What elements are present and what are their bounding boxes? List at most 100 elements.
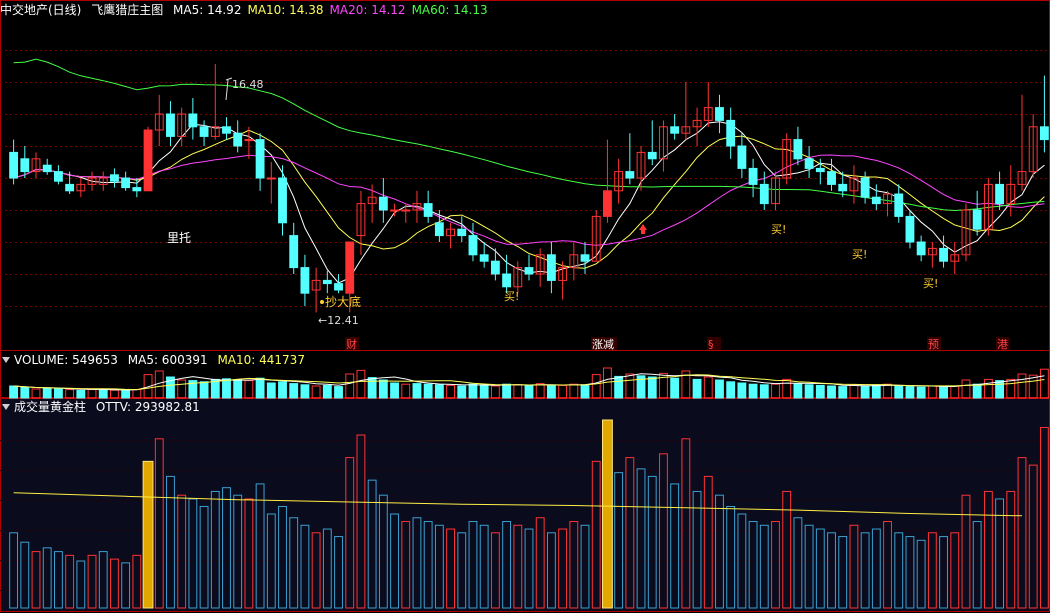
event-marker: 涨减 bbox=[592, 338, 614, 351]
volume-bar bbox=[715, 379, 724, 399]
volume-bar bbox=[401, 383, 411, 399]
candle-body bbox=[121, 177, 131, 189]
volume-bar bbox=[950, 385, 960, 399]
volume-bar bbox=[423, 383, 433, 399]
volume-bar bbox=[535, 383, 545, 399]
candle-body bbox=[603, 190, 612, 217]
ma-legend-item-3: MA60: 14.13 bbox=[411, 3, 488, 17]
indicator-name: 飞鹰猎庄主图 bbox=[91, 3, 164, 17]
candle-body bbox=[827, 171, 836, 185]
collapse-icon[interactable] bbox=[2, 357, 10, 363]
volume-bar bbox=[894, 385, 904, 399]
candle-body bbox=[860, 177, 870, 198]
volume-bar bbox=[255, 377, 265, 399]
volume-bar bbox=[838, 386, 848, 399]
volume-ma10: MA10: 441737 bbox=[217, 353, 305, 367]
candle-body bbox=[401, 209, 411, 212]
candle-body bbox=[42, 164, 52, 173]
event-marker: 财 bbox=[346, 337, 357, 351]
volume-bar bbox=[87, 389, 97, 399]
ottv-title: 成交量黄金柱 bbox=[14, 400, 87, 414]
up-arrow-icon bbox=[639, 224, 647, 234]
kline-chart-window: { "main": { "stock": "中交地产(日线)", "indica… bbox=[0, 0, 1050, 613]
volume-bar bbox=[569, 383, 579, 399]
candle-body bbox=[972, 209, 982, 230]
candle-body bbox=[804, 158, 814, 169]
volume-bar bbox=[457, 385, 467, 399]
candle-body bbox=[434, 222, 444, 237]
volume-bar bbox=[278, 381, 287, 399]
volume-bar bbox=[726, 381, 736, 399]
volume-bar bbox=[412, 383, 422, 399]
volume-bar bbox=[748, 383, 758, 399]
volume-bar bbox=[132, 389, 142, 399]
volume-bar bbox=[927, 385, 937, 399]
candle-body bbox=[378, 196, 388, 211]
volume-bar bbox=[65, 389, 75, 399]
volume-bar bbox=[546, 385, 556, 399]
volume-bar bbox=[860, 385, 870, 399]
candle-body bbox=[300, 267, 310, 294]
candle-body bbox=[9, 151, 19, 179]
candle-body bbox=[65, 183, 75, 192]
candle-body bbox=[132, 187, 142, 192]
candle-body bbox=[647, 151, 657, 160]
candle-body bbox=[143, 129, 153, 192]
volume-bar bbox=[737, 382, 747, 399]
volume-bar bbox=[591, 374, 601, 399]
ma-legend-item-0: MA5: 14.92 bbox=[173, 3, 242, 17]
low-price-label: ←12.41 bbox=[318, 314, 359, 327]
ottv-value: OTTV: 293982.81 bbox=[95, 400, 200, 414]
volume-bar bbox=[20, 387, 30, 399]
volume-bar bbox=[1006, 378, 1016, 399]
volume-bar bbox=[98, 388, 108, 399]
candle-body bbox=[871, 196, 881, 205]
volume-bar bbox=[378, 379, 388, 399]
volume-bar bbox=[849, 384, 859, 399]
signal-label: 买! bbox=[771, 223, 786, 236]
volume-bar bbox=[266, 382, 276, 399]
candle-body bbox=[748, 167, 758, 185]
volume-bar bbox=[367, 377, 377, 399]
candle-body bbox=[524, 267, 534, 275]
volume-bar bbox=[334, 386, 343, 399]
ma-legend: MA5: 14.92 MA10: 14.38 MA20: 14.12 MA60: 14… bbox=[173, 3, 494, 17]
volume-bar bbox=[53, 388, 63, 399]
candle-body bbox=[457, 228, 467, 237]
volume-bar bbox=[558, 384, 568, 399]
ma-legend-item-1: MA10: 14.38 bbox=[247, 3, 324, 17]
candle-body bbox=[20, 158, 30, 173]
candle-body bbox=[244, 139, 254, 142]
volume-bar bbox=[939, 386, 948, 399]
collapse-icon[interactable] bbox=[2, 404, 10, 410]
candle-body bbox=[278, 177, 287, 224]
event-marker: § bbox=[708, 338, 714, 351]
volume-bar bbox=[692, 378, 702, 399]
volume-bar bbox=[76, 390, 86, 399]
volume-bar bbox=[1017, 373, 1027, 399]
candle-body bbox=[670, 126, 680, 134]
volume-bar bbox=[804, 384, 814, 399]
candle-body bbox=[266, 177, 276, 180]
candle-body bbox=[759, 183, 769, 205]
candle-body bbox=[490, 260, 500, 275]
volume-bar bbox=[815, 384, 825, 399]
volume-bar bbox=[1039, 368, 1049, 399]
signal-label: 里托 bbox=[167, 231, 191, 245]
candle-body bbox=[939, 247, 948, 262]
volume-bar bbox=[322, 384, 332, 399]
volume-bar bbox=[199, 381, 209, 399]
volume-bar bbox=[345, 373, 355, 399]
candle-body bbox=[715, 107, 724, 121]
volume-bar bbox=[446, 384, 455, 399]
candle-body bbox=[894, 193, 904, 217]
volume-bar bbox=[289, 383, 299, 399]
volume-bar bbox=[703, 376, 713, 399]
candle-body bbox=[625, 171, 635, 179]
volume-bar bbox=[614, 375, 624, 399]
main-chart-header: 中交地产(日线) 飞鹰猎庄主图 MA5: 14.92 MA10: 14.38 MA2… bbox=[0, 2, 500, 18]
volume-bar bbox=[479, 384, 489, 399]
ottv-header: 成交量黄金柱 OTTV: 293982.81 bbox=[0, 399, 206, 415]
volume-bar bbox=[793, 383, 803, 399]
volume-bar bbox=[972, 383, 982, 399]
